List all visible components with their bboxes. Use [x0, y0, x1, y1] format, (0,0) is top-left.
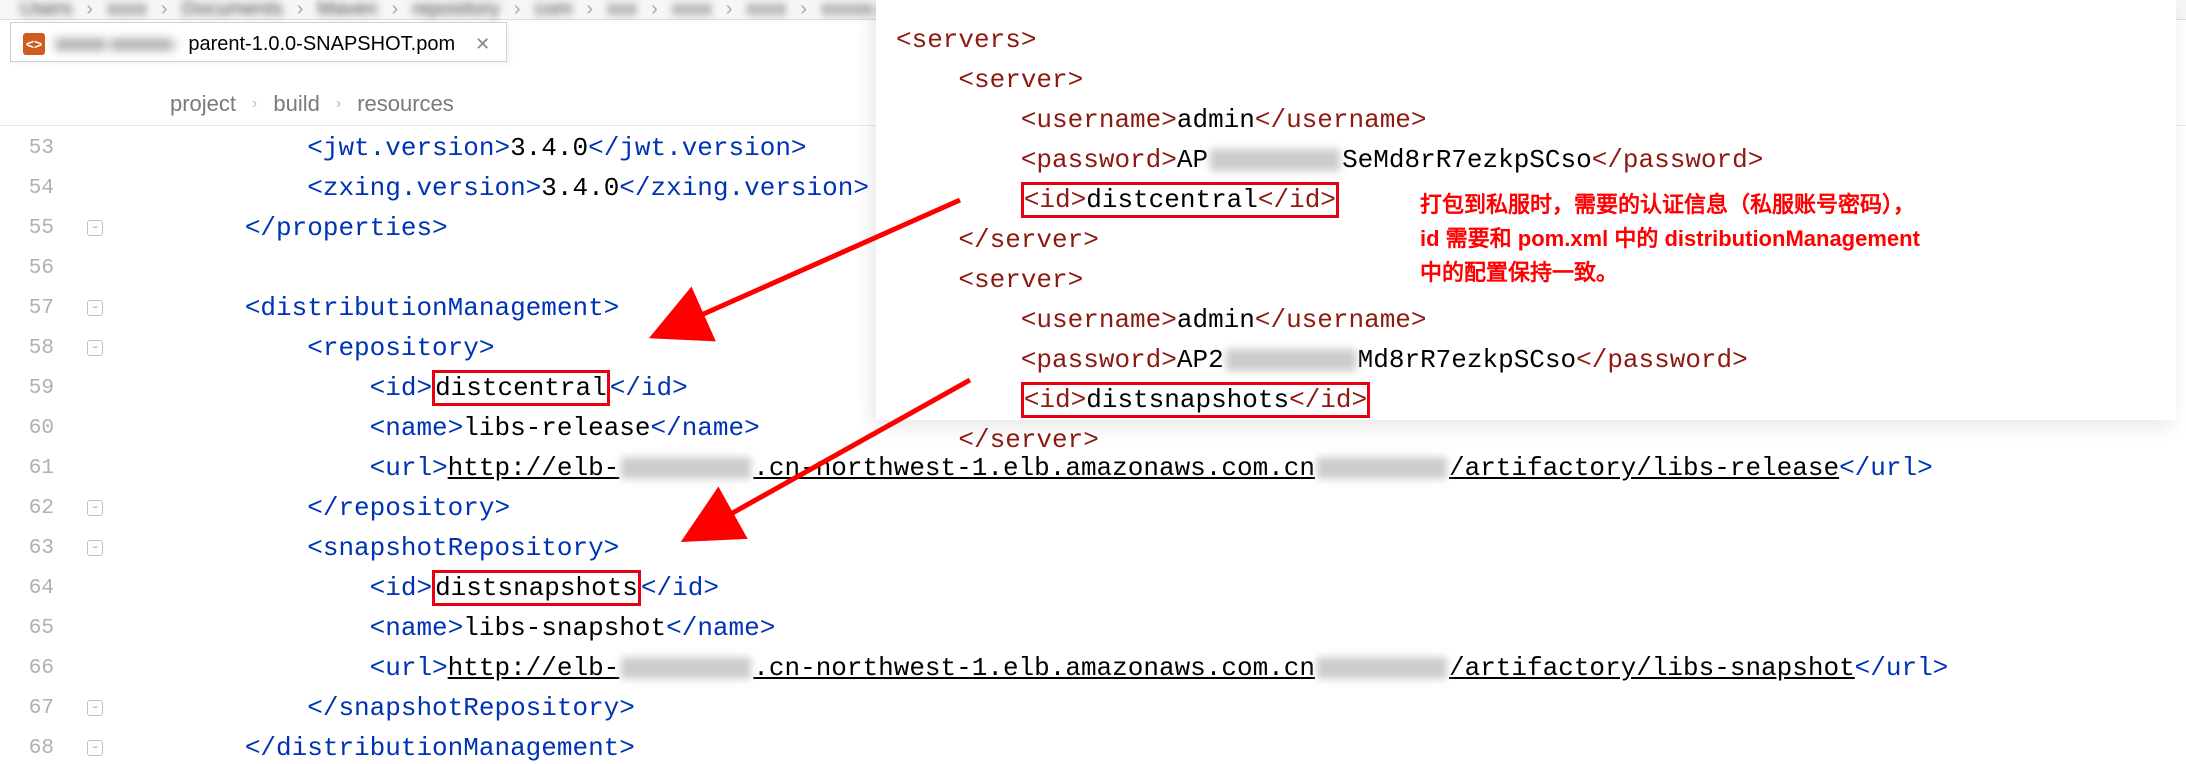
code-line[interactable]: 64 <id>distsnapshots</id> [0, 568, 2186, 608]
close-icon[interactable]: ✕ [475, 34, 490, 55]
code-line: <password>AP2Md8rR7ezkpSCso</password> [876, 340, 2176, 380]
line-number: 58 [0, 337, 70, 360]
annotation-text: 打包到私服时，需要的认证信息（私服账号密码）， id 需要和 pom.xml 中… [1420, 188, 1920, 290]
line-number: 56 [0, 257, 70, 280]
line-number: 65 [0, 617, 70, 640]
line-number: 64 [0, 577, 70, 600]
code-line[interactable]: 66 <url>http://elb-.cn-northwest-1.elb.a… [0, 648, 2186, 688]
breadcrumb-segment[interactable]: project [170, 91, 236, 117]
fold-icon[interactable]: – [87, 300, 103, 316]
breadcrumb-segment[interactable]: resources [357, 91, 454, 117]
code-line[interactable]: 68– </distributionManagement> [0, 728, 2186, 764]
line-number: 59 [0, 377, 70, 400]
code-line: <servers> [876, 20, 2176, 60]
fold-icon[interactable]: – [87, 340, 103, 356]
code-line[interactable]: 63– <snapshotRepository> [0, 528, 2186, 568]
breadcrumb-segment[interactable]: build [273, 91, 319, 117]
code-line[interactable]: 67– </snapshotRepository> [0, 688, 2186, 728]
line-number: 57 [0, 297, 70, 320]
fold-icon[interactable]: – [87, 740, 103, 756]
highlighted-id-distsnapshots: <id>distsnapshots</id> [1021, 382, 1370, 418]
highlighted-id-distsnapshots: distsnapshots [432, 570, 641, 606]
fold-icon[interactable]: – [87, 700, 103, 716]
line-number: 67 [0, 697, 70, 720]
line-number: 55 [0, 217, 70, 240]
xml-file-icon: <> [23, 33, 45, 55]
highlighted-id-distcentral: distcentral [432, 370, 610, 406]
line-number: 60 [0, 417, 70, 440]
code-line[interactable]: 62– </repository> [0, 488, 2186, 528]
line-number: 61 [0, 457, 70, 480]
fold-icon[interactable]: – [87, 220, 103, 236]
file-tab[interactable]: <> xxxxx-xxxxxx-parent-1.0.0-SNAPSHOT.po… [10, 22, 507, 62]
code-line[interactable]: 65 <name>libs-snapshot</name> [0, 608, 2186, 648]
code-line: <password>APSeMd8rR7ezkpSCso</password> [876, 140, 2176, 180]
line-number: 68 [0, 737, 70, 760]
line-number: 66 [0, 657, 70, 680]
code-line: <username>admin</username> [876, 300, 2176, 340]
code-line: </server> [876, 420, 2176, 460]
line-number: 54 [0, 177, 70, 200]
line-number: 53 [0, 137, 70, 160]
code-line: <username>admin</username> [876, 100, 2176, 140]
line-number: 62 [0, 497, 70, 520]
code-line: <id>distsnapshots</id> [876, 380, 2176, 420]
fold-icon[interactable]: – [87, 540, 103, 556]
highlighted-id-distcentral: <id>distcentral</id> [1021, 182, 1339, 218]
file-tab-blur: xxxxx-xxxxxx- [55, 33, 178, 56]
file-tab-label: parent-1.0.0-SNAPSHOT.pom [188, 33, 455, 56]
code-line: <server> [876, 60, 2176, 100]
fold-icon[interactable]: – [87, 500, 103, 516]
line-number: 63 [0, 537, 70, 560]
